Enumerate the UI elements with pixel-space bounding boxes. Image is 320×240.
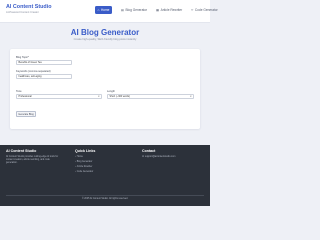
nav-item-home[interactable]: ⌂ Home [95, 6, 112, 14]
keywords-input[interactable]: healthcare, anti-aging [16, 74, 72, 79]
main-nav: ⌂ Home ▤ Blog Generator ▦ Article Rewrit… [95, 6, 218, 14]
footer-links-title: Quick Links [75, 149, 96, 153]
code-icon: ‹› [191, 8, 194, 12]
footer-link-home[interactable]: › Home [75, 156, 83, 159]
tone-select[interactable]: Professional ▾ [16, 94, 102, 99]
nav-item-label: Article Rewriter [160, 8, 183, 12]
nav-item-article-rewriter[interactable]: ▦ Article Rewriter [156, 6, 182, 14]
brand-tagline: AI-Powered Content Creator [6, 11, 39, 14]
footer-divider [6, 195, 204, 196]
mail-icon: ✉ [142, 156, 144, 158]
tone-label: Tone [16, 90, 22, 93]
footer-link-blog-generator[interactable]: › Blog Generator [75, 161, 92, 164]
site-footer [0, 145, 210, 206]
nav-item-label: Home [100, 8, 110, 12]
length-select-value: Short (~300 words) [109, 95, 130, 98]
chevron-right-icon: › [75, 166, 76, 168]
length-select[interactable]: Short (~300 words) ▾ [107, 94, 194, 99]
page-subtitle: Create high-quality, SEO-friendly blog p… [73, 38, 137, 41]
topic-input-value: Benefits of Green Tea [18, 61, 42, 64]
keywords-input-value: healthcare, anti-aging [18, 75, 42, 78]
length-label: Length [107, 90, 115, 93]
topic-label: Blog Topic* [16, 56, 29, 59]
page-title: AI Blog Generator [70, 28, 140, 37]
footer-about-title: AI Content Studio [6, 149, 37, 153]
copyright-text: © 2025 AI Content Studio. All rights res… [81, 198, 129, 200]
chevron-right-icon: › [75, 161, 76, 163]
brand[interactable]: AI Content Studio AI-Powered Content Cre… [6, 4, 52, 15]
brand-title[interactable]: AI Content Studio [6, 4, 52, 11]
footer-link-label: Blog Generator [76, 161, 93, 163]
tone-select-value: Professional [18, 95, 32, 98]
nav-item-code-generator[interactable]: ‹› Code Generator [191, 6, 217, 14]
keywords-label: Keywords (comma separated) [16, 70, 51, 73]
article-icon: ▦ [156, 8, 160, 12]
footer-link-article-rewriter[interactable]: › Article Rewriter [75, 166, 92, 169]
footer-link-label: Article Rewriter [76, 166, 93, 168]
home-icon: ⌂ [97, 8, 100, 12]
generate-blog-button[interactable]: Generate Blog [16, 111, 36, 117]
nav-item-label: Code Generator [194, 8, 218, 12]
chevron-right-icon: › [75, 171, 76, 173]
contact-email-text: support@aicontentstudio.com [144, 156, 176, 158]
chevron-down-icon: ▾ [98, 95, 100, 98]
topic-input[interactable]: Benefits of Green Tea [16, 60, 72, 65]
chevron-down-icon: ▾ [190, 95, 192, 98]
footer-link-label: Code Generator [76, 171, 94, 173]
nav-item-label: Blog Generator [125, 8, 148, 12]
blog-form-card: Blog Topic* Benefits of Green Tea Keywor… [10, 49, 200, 129]
footer-contact-title: Contact [142, 149, 156, 153]
footer-about-text: AI Content Studio provides cutting-edge … [6, 156, 59, 165]
footer-link-code-generator[interactable]: › Code Generator [75, 171, 93, 174]
footer-contact-email[interactable]: ✉ support@aicontentstudio.com [142, 156, 175, 159]
site-header: AI Content Studio AI-Powered Content Cre… [0, 0, 218, 23]
nav-item-blog-generator[interactable]: ▤ Blog Generator [121, 6, 147, 14]
chevron-right-icon: › [75, 156, 76, 158]
blog-icon: ▤ [120, 8, 124, 12]
footer-link-label: Home [76, 156, 83, 158]
